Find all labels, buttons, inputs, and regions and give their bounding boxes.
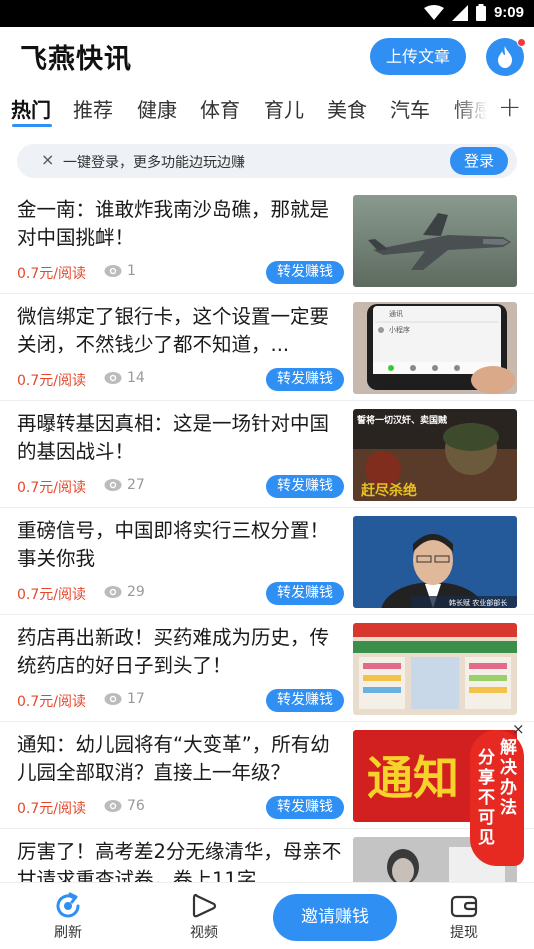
article-title[interactable]: 微信绑定了银行卡，这个设置一定要关闭，不然钱少了都不知道，...	[17, 303, 347, 359]
tab-food[interactable]: 美食	[327, 94, 367, 123]
article-title[interactable]: 通知：幼儿园将有“大变革”，所有幼儿园全部取消？直接上一年级？	[17, 731, 347, 787]
thumb-text-big: 赶尽杀绝	[360, 482, 417, 499]
invite-earn-button[interactable]: 邀请赚钱	[273, 894, 397, 941]
article-title[interactable]: 重磅信号，中国即将实行三权分置！事关你我	[17, 517, 347, 573]
tab-parenting[interactable]: 育儿	[264, 94, 304, 123]
floating-ad-text-right: 解决办法	[500, 738, 517, 818]
close-icon[interactable]: ×	[512, 720, 525, 738]
video-play-icon	[192, 893, 217, 918]
fighter-jet-image	[353, 195, 517, 287]
flame-icon	[498, 46, 512, 68]
thumb-text-slogan: 誓将一切汉奸、卖国贼	[357, 414, 447, 426]
tab-cars[interactable]: 汽车	[390, 94, 430, 123]
phone-screen-image: 通讯 小程序	[353, 302, 517, 394]
add-tab-button[interactable]: +	[498, 90, 521, 123]
article-views: 76	[127, 798, 145, 814]
nav-withdraw[interactable]: 提现	[424, 891, 504, 942]
eye-icon	[104, 372, 122, 384]
article-item[interactable]: 重磅信号，中国即将实行三权分置！事关你我 0.7元/阅读 29 转发赚钱 韩长赋…	[0, 509, 534, 615]
login-banner: × 一键登录，更多功能边玩边赚 登录	[17, 144, 517, 178]
article-thumbnail[interactable]: 韩长赋 农业部部长	[353, 516, 517, 608]
floating-ad-body[interactable]: 分享不可见 解决办法	[470, 730, 524, 866]
article-thumbnail[interactable]	[353, 623, 517, 715]
article-title[interactable]: 金一南：谁敢炸我南沙岛礁，那就是对中国挑衅！	[17, 196, 347, 252]
wifi-icon	[423, 4, 444, 20]
article-item[interactable]: 微信绑定了银行卡，这个设置一定要关闭，不然钱少了都不知道，... 0.7元/阅读…	[0, 295, 534, 401]
article-feed: 金一南：谁敢炸我南沙岛礁，那就是对中国挑衅！ 0.7元/阅读 1 转发赚钱 微信…	[0, 188, 534, 882]
tab-recommend[interactable]: 推荐	[73, 94, 113, 123]
article-views: 27	[127, 477, 145, 493]
article-price: 0.7元/阅读	[17, 480, 86, 496]
article-price: 0.7元/阅读	[17, 373, 86, 389]
share-earn-button[interactable]: 转发赚钱	[266, 689, 344, 712]
article-item[interactable]: 药店再出新政！买药难成为历史，传统药店的好日子到头了！ 0.7元/阅读 17 转…	[0, 616, 534, 722]
article-price: 0.7元/阅读	[17, 801, 86, 817]
eye-icon	[104, 265, 122, 277]
tab-health[interactable]: 健康	[137, 94, 177, 123]
upload-article-button[interactable]: 上传文章	[370, 38, 466, 75]
tab-hot[interactable]: 热门	[11, 94, 51, 123]
nav-refresh-label: 刷新	[54, 925, 82, 941]
pharmacy-store-image	[353, 623, 517, 715]
signal-icon	[451, 4, 468, 21]
article-price: 0.7元/阅读	[17, 694, 86, 710]
share-earn-button[interactable]: 转发赚钱	[266, 368, 344, 391]
app-title: 飞燕快讯	[20, 44, 132, 75]
share-earn-button[interactable]: 转发赚钱	[266, 582, 344, 605]
app-header: 飞燕快讯 上传文章	[0, 27, 534, 84]
status-time: 9:09	[493, 4, 524, 21]
article-price: 0.7元/阅读	[17, 587, 86, 603]
article-views: 1	[127, 263, 136, 279]
status-bar: 9:09	[0, 0, 534, 27]
tab-sports[interactable]: 体育	[200, 94, 240, 123]
floating-ad[interactable]: 分享不可见 解决办法 ×	[470, 720, 525, 868]
floating-ad-text-left: 分享不可见	[478, 748, 495, 848]
thumb-text-caption: 韩长赋 农业部部长	[449, 598, 507, 607]
article-price: 0.7元/阅读	[17, 266, 86, 282]
article-views: 14	[127, 370, 145, 386]
nav-refresh[interactable]: 刷新	[28, 891, 108, 942]
thumb-text-chat: 通讯	[389, 309, 403, 318]
eye-icon	[104, 586, 122, 598]
nav-video[interactable]: 视频	[164, 891, 244, 942]
eye-icon	[104, 693, 122, 705]
thumb-text-mini: 小程序	[389, 325, 410, 334]
notification-dot	[517, 38, 526, 47]
eye-icon	[104, 800, 122, 812]
bottom-navigation: 刷新 视频 邀请赚钱 提现	[0, 882, 534, 949]
category-tabs: 热门 推荐 健康 体育 育儿 美食 汽车 情感 +	[0, 84, 534, 134]
close-icon[interactable]: ×	[41, 150, 54, 169]
refresh-icon	[56, 892, 80, 918]
wallet-icon	[450, 895, 478, 918]
eye-icon	[104, 479, 122, 491]
article-title[interactable]: 再曝转基因真相：这是一场针对中国的基因战斗！	[17, 410, 347, 466]
article-thumbnail[interactable]: 誓将一切汉奸、卖国贼 赶尽杀绝	[353, 409, 517, 501]
share-earn-button[interactable]: 转发赚钱	[266, 796, 344, 819]
article-views: 29	[127, 584, 145, 600]
article-item[interactable]: 金一南：谁敢炸我南沙岛礁，那就是对中国挑衅！ 0.7元/阅读 1 转发赚钱	[0, 188, 534, 294]
share-earn-button[interactable]: 转发赚钱	[266, 261, 344, 284]
article-thumbnail[interactable]	[353, 195, 517, 287]
article-thumbnail[interactable]: 通讯 小程序	[353, 302, 517, 394]
official-portrait-image: 韩长赋 农业部部长	[353, 516, 517, 608]
flame-button[interactable]	[486, 38, 526, 76]
article-title[interactable]: 药店再出新政！买药难成为历史，传统药店的好日子到头了！	[17, 624, 347, 680]
active-tab-indicator	[12, 124, 52, 127]
soldier-poster-image: 誓将一切汉奸、卖国贼 赶尽杀绝	[353, 409, 517, 501]
article-title[interactable]: 厉害了！高考差2分无缘清华，母亲不甘请求重查试卷，卷上11字...	[17, 838, 347, 882]
nav-withdraw-label: 提现	[450, 925, 478, 941]
battery-icon	[475, 4, 486, 21]
thumb-text-notice: 通知	[367, 751, 459, 805]
article-item[interactable]: 通知：幼儿园将有“大变革”，所有幼儿园全部取消？直接上一年级？ 0.7元/阅读 …	[0, 723, 534, 829]
article-views: 17	[127, 691, 145, 707]
article-item[interactable]: 再曝转基因真相：这是一场针对中国的基因战斗！ 0.7元/阅读 27 转发赚钱 誓…	[0, 402, 534, 508]
nav-video-label: 视频	[190, 925, 218, 941]
status-icons: 9:09	[423, 4, 524, 21]
share-earn-button[interactable]: 转发赚钱	[266, 475, 344, 498]
article-item[interactable]: 厉害了！高考差2分无缘清华，母亲不甘请求重查试卷，卷上11字...	[0, 830, 534, 882]
login-banner-text: 一键登录，更多功能边玩边赚	[63, 155, 245, 171]
login-button[interactable]: 登录	[450, 147, 508, 175]
tab-fade	[452, 84, 494, 134]
